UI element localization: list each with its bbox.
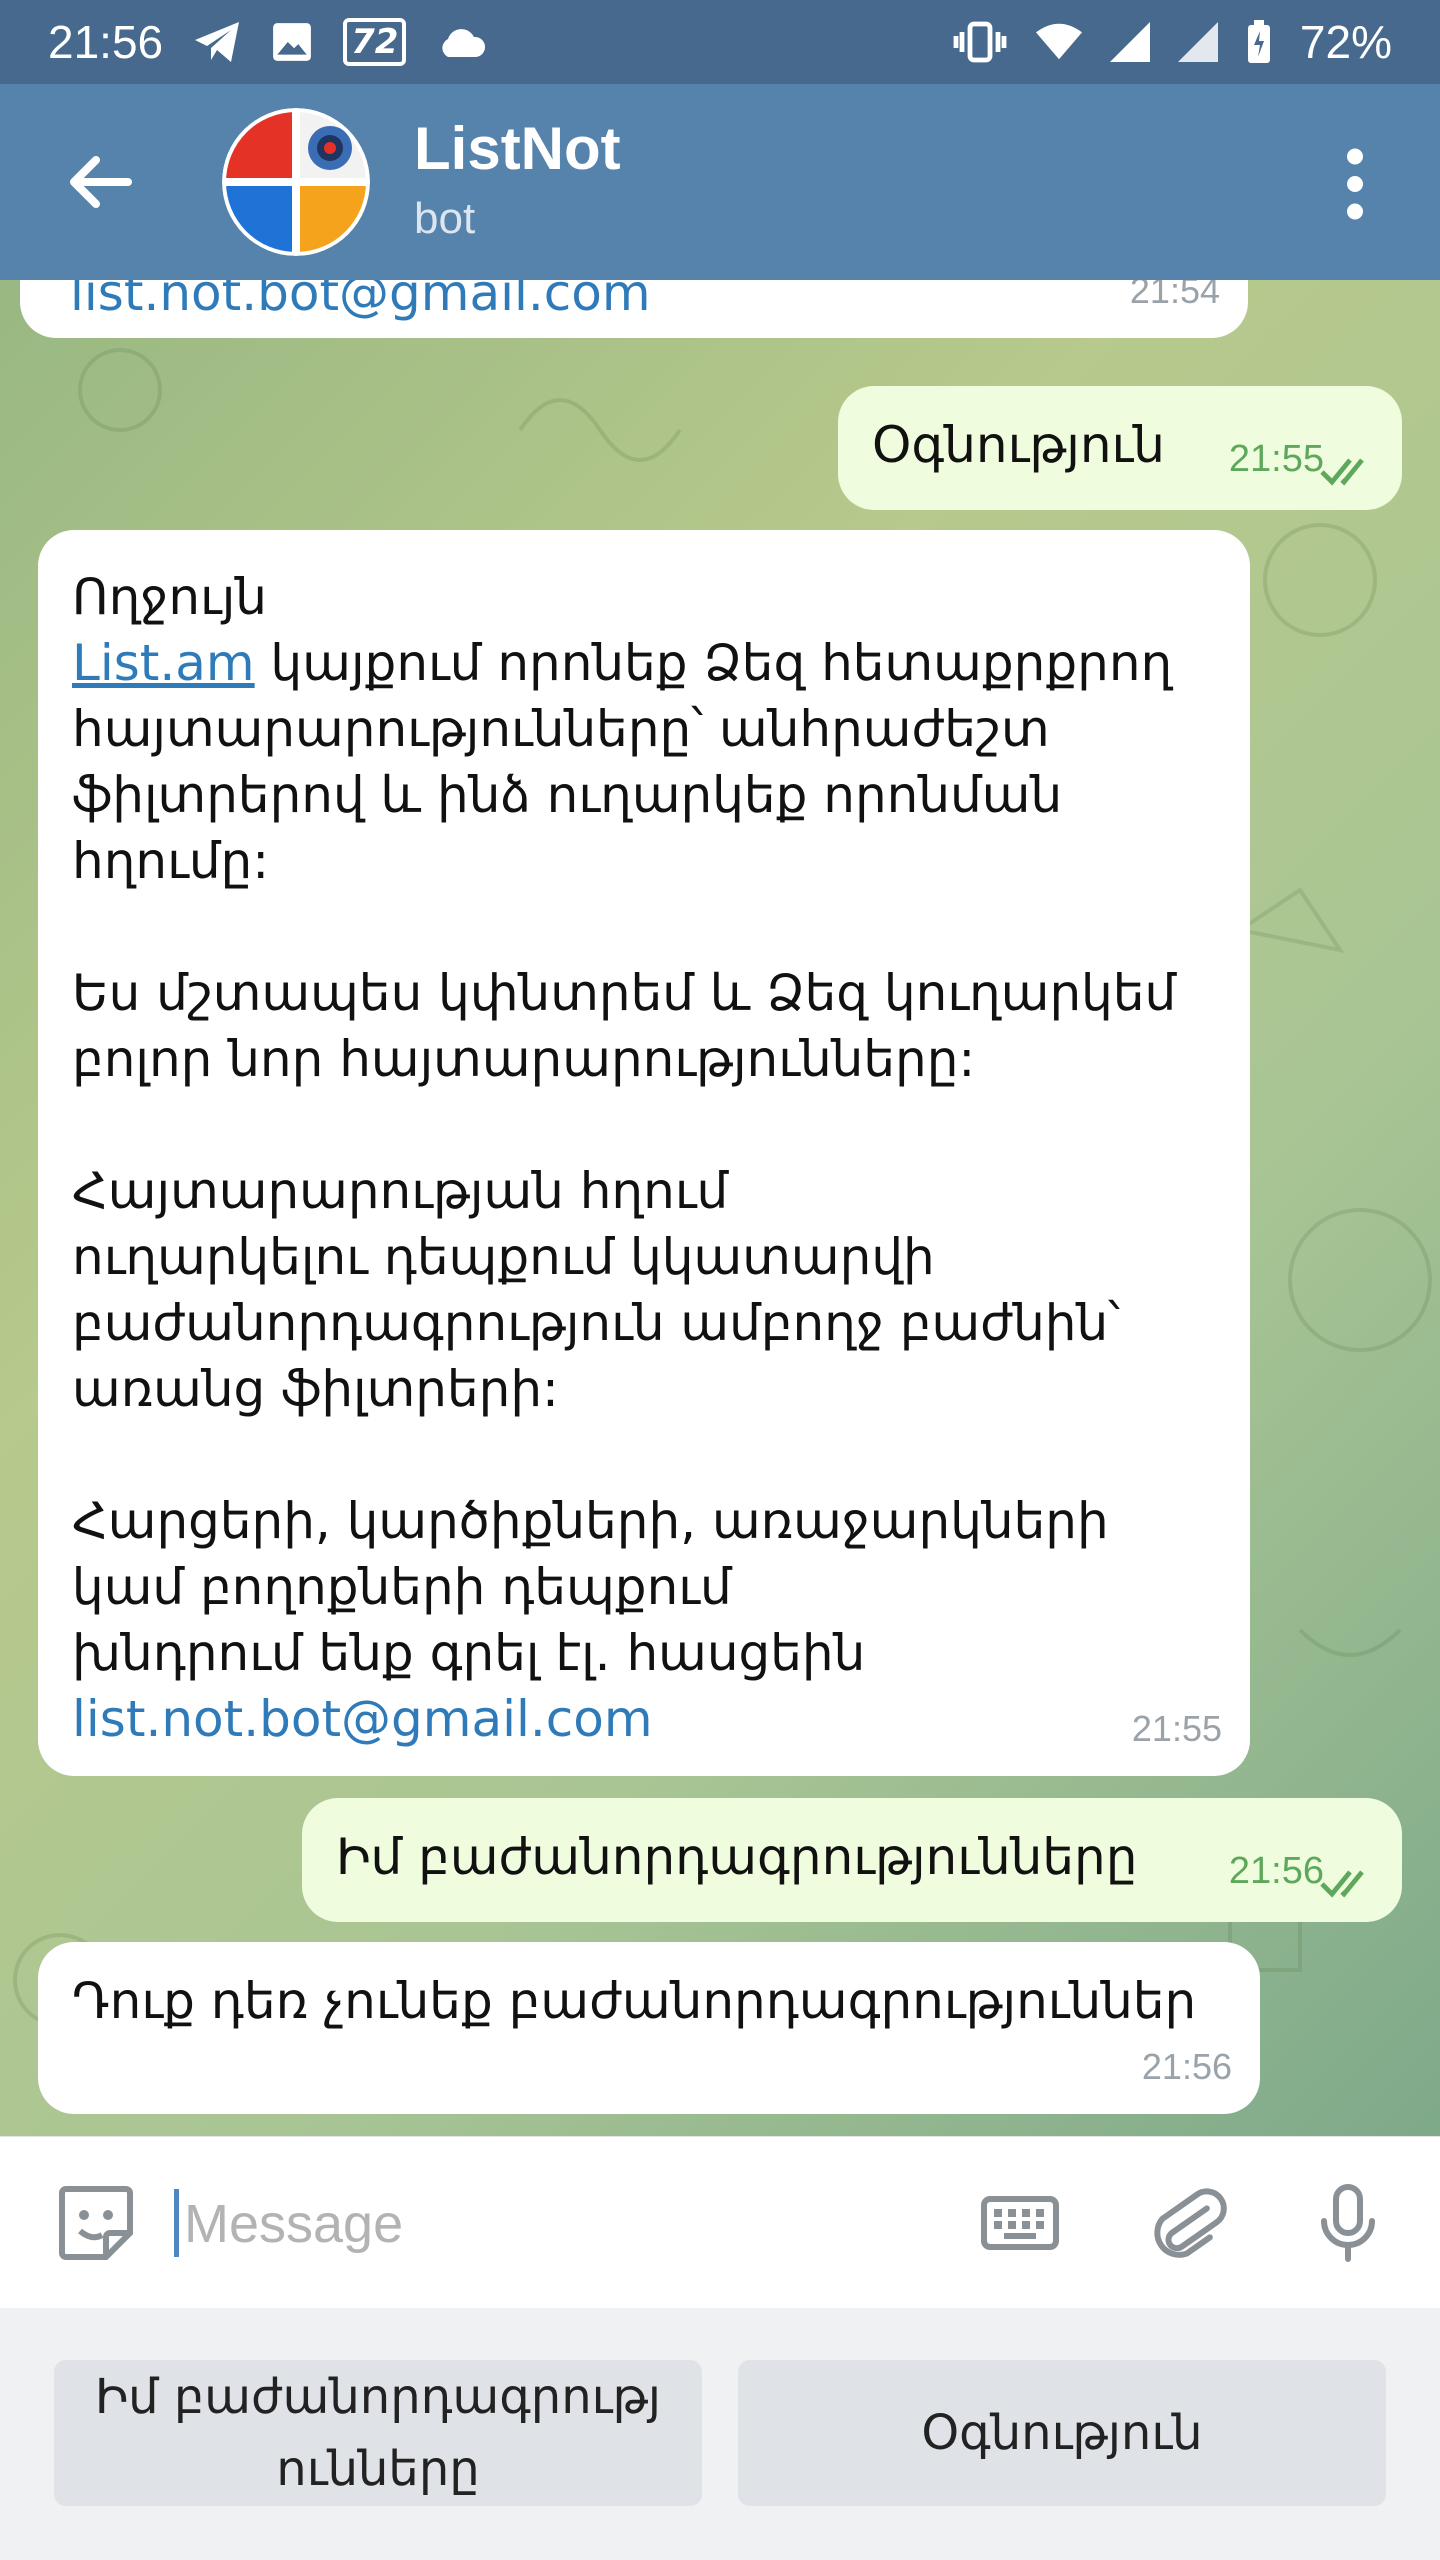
message-bubble-incoming[interactable]: list.not.bot@gmail.com 21:54: [20, 280, 1248, 338]
message-time: 21:56: [1141, 2046, 1232, 2087]
image-icon: [271, 21, 313, 63]
signal-icon: [1109, 22, 1150, 62]
message-body: List.am կայքում որոնեք Ձեզ հետաքրքրող հա…: [72, 630, 1232, 1686]
status-bar: 21:56 72 72%: [0, 0, 1440, 84]
avatar[interactable]: [222, 108, 370, 256]
message-text: Իմ բաժանորդագրությունները: [336, 1828, 1138, 1886]
wifi-icon: [1035, 22, 1082, 62]
sticker-button[interactable]: [54, 2181, 138, 2265]
more-menu-button[interactable]: [1330, 144, 1380, 224]
back-button[interactable]: [60, 142, 140, 222]
double-check-icon: [1320, 1870, 1364, 1898]
message-time: 21:54: [1129, 280, 1220, 311]
cloud-icon: [436, 25, 488, 59]
message-time: 21:55: [1131, 1708, 1222, 1749]
message-text: կայքում որոնեք Ձեզ հետաքրքրող հայտարարու…: [72, 634, 1177, 1682]
email-link[interactable]: list.not.bot@gmail.com: [72, 1686, 1232, 1752]
message-time: 21:55: [1228, 438, 1324, 480]
keyboard-button-subscriptions[interactable]: Իմ բաժանորդագրությ ունները: [54, 2360, 702, 2506]
message-text: Օգնություն: [872, 416, 1165, 474]
keyboard-icon: [981, 2196, 1059, 2250]
signal-icon: [1177, 22, 1218, 62]
back-arrow-icon: [70, 156, 132, 208]
text-cursor: [174, 2189, 179, 2257]
battery-charging-icon: [1246, 19, 1272, 65]
badge-icon: 72: [343, 18, 407, 66]
message-bubble-outgoing[interactable]: Իմ բաժանորդագրությունները 21:56: [302, 1798, 1402, 1922]
attach-icon: [1154, 2188, 1227, 2258]
attach-button[interactable]: [1144, 2181, 1228, 2265]
voice-button[interactable]: [1306, 2181, 1390, 2265]
telegram-icon: [193, 20, 241, 64]
bot-keyboard-toggle[interactable]: [978, 2181, 1062, 2265]
double-check-icon: [1320, 458, 1364, 486]
vibrate-icon: [952, 20, 1008, 64]
message-bubble-outgoing[interactable]: Օգնություն 21:55: [838, 386, 1402, 510]
bot-keyboard: Իմ բաժանորդագրությ ունները Օգնություն: [0, 2308, 1440, 2560]
message-bubble-incoming[interactable]: Ողջույն List.am կայքում որոնեք Ձեզ հետաք…: [38, 530, 1250, 1776]
chat-header: ListNot bot: [0, 84, 1440, 280]
status-time: 21:56: [48, 16, 164, 68]
message-composer: [0, 2136, 1440, 2309]
mic-icon: [1321, 2184, 1375, 2262]
message-bubble-incoming[interactable]: Դուք դեռ չունեք բաժանորդագրություններ 21…: [38, 1942, 1260, 2114]
sticker-icon: [59, 2186, 133, 2260]
message-text: Դուք դեռ չունեք բաժանորդագրություններ: [72, 1972, 1197, 2030]
chat-subtitle: bot: [414, 194, 476, 243]
message-time: 21:56: [1228, 1850, 1324, 1892]
keyboard-button-help[interactable]: Օգնություն: [738, 2360, 1386, 2506]
message-input[interactable]: [182, 2181, 946, 2267]
list-am-link[interactable]: List.am: [72, 634, 255, 692]
message-greeting: Ողջույն: [72, 568, 267, 626]
more-vert-icon: [1347, 148, 1363, 220]
chat-title[interactable]: ListNot: [414, 114, 621, 183]
battery-percent: 72%: [1299, 16, 1392, 68]
email-link[interactable]: list.not.bot@gmail.com: [70, 280, 651, 326]
chat-area[interactable]: list.not.bot@gmail.com 21:54 Օգնություն …: [0, 280, 1440, 2136]
